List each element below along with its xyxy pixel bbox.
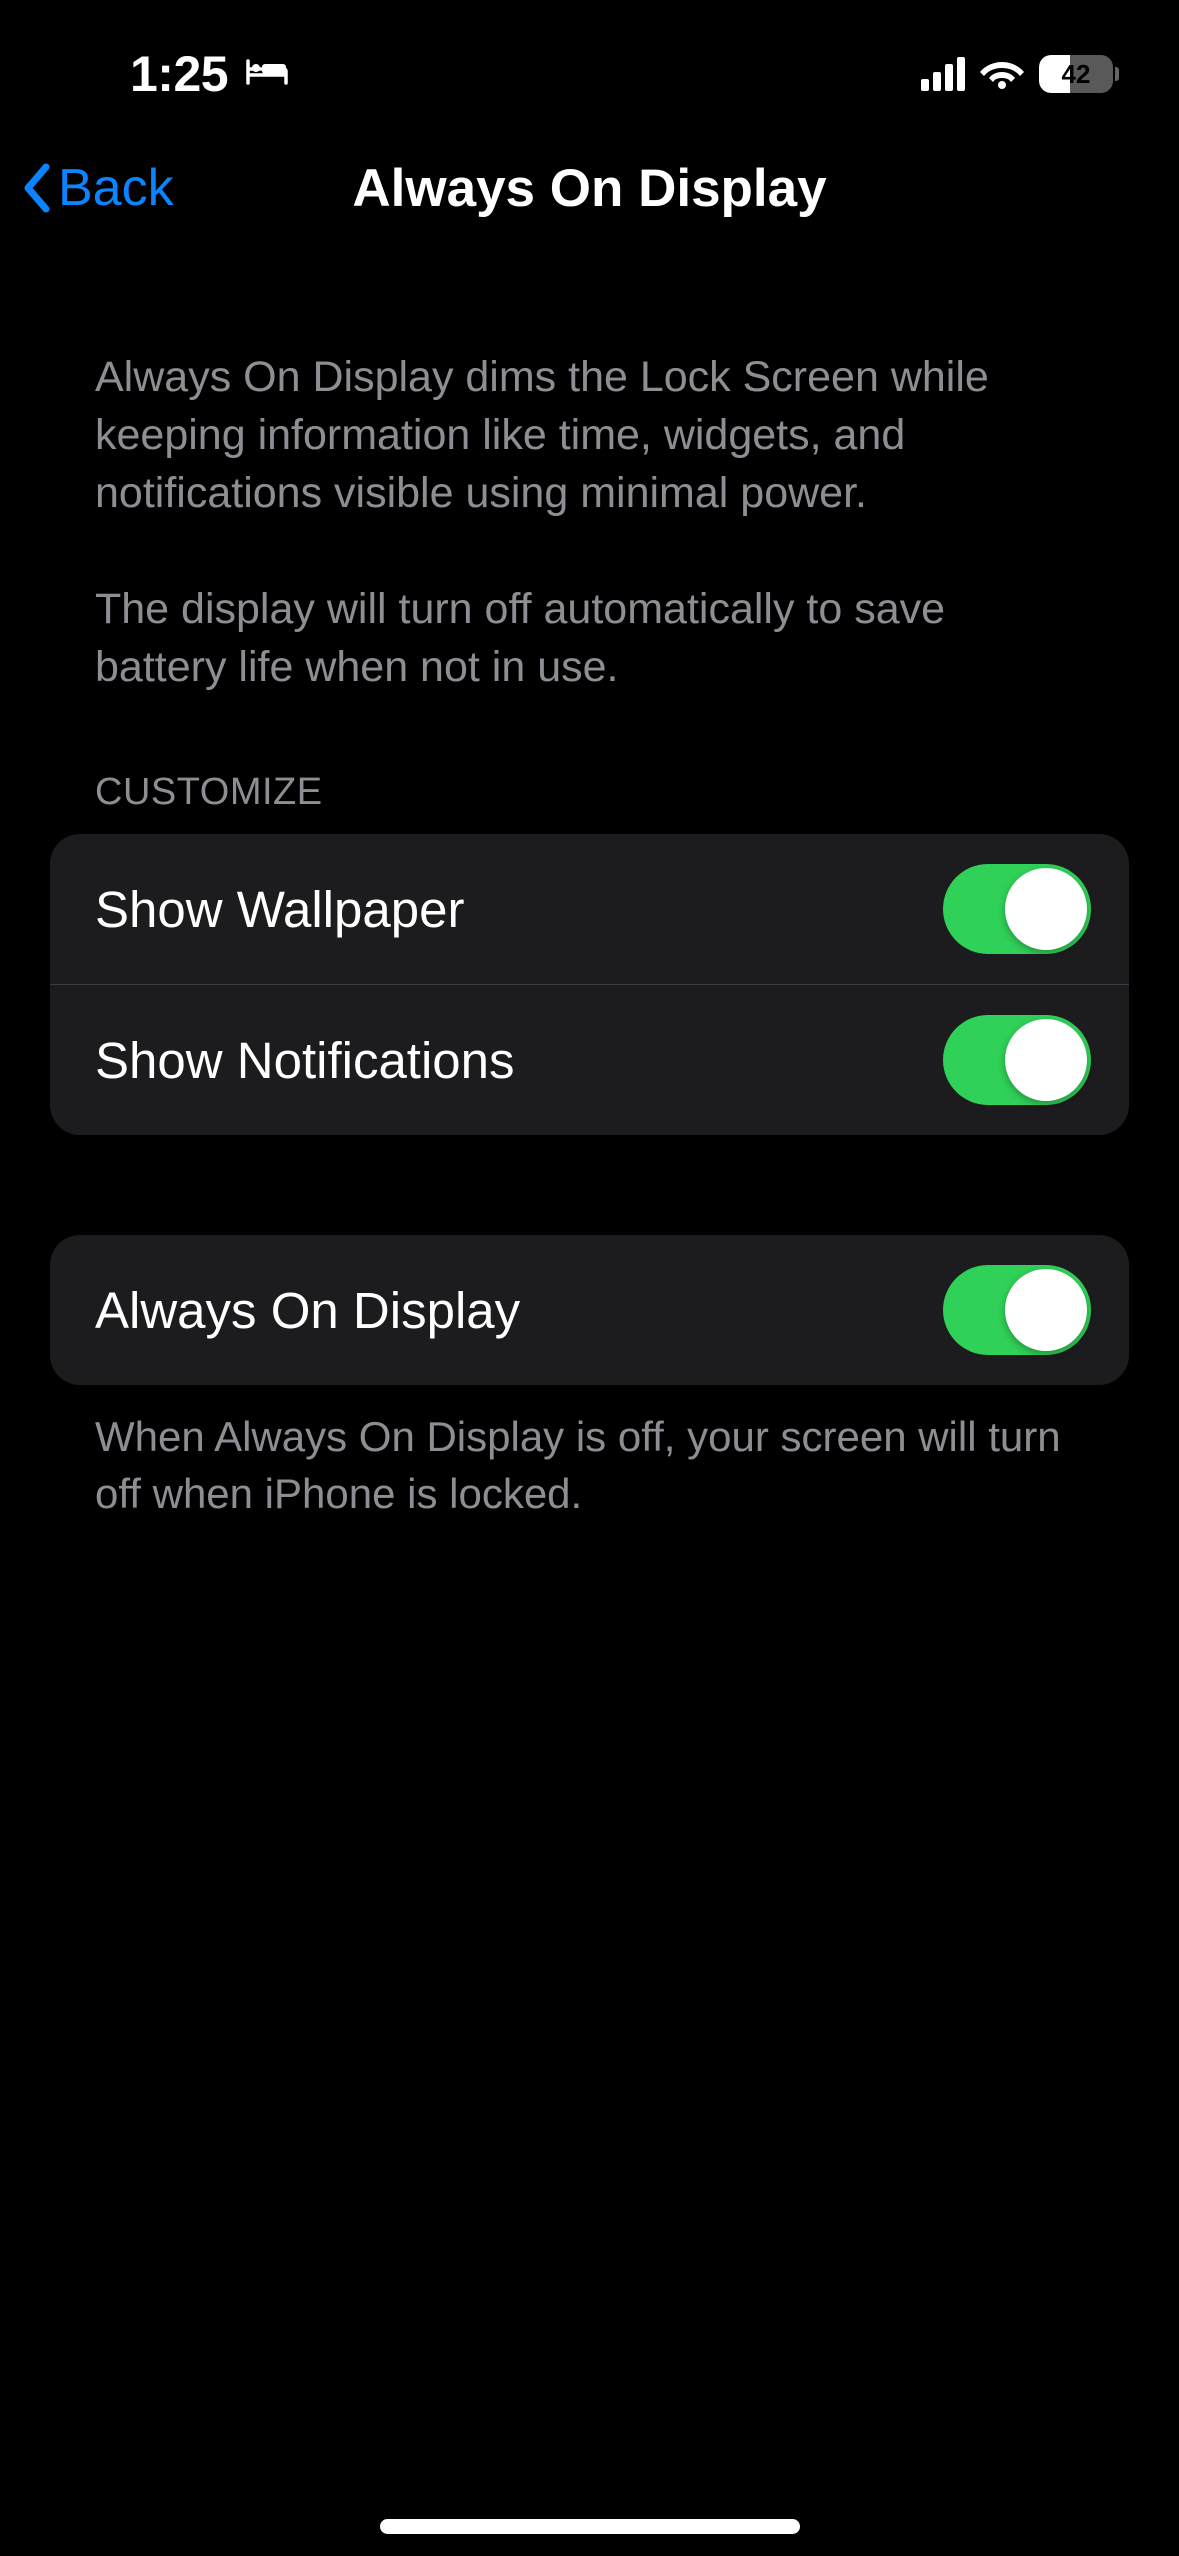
show-notifications-label: Show Notifications xyxy=(95,1031,515,1090)
always-on-display-row: Always On Display xyxy=(50,1235,1129,1385)
page-title: Always On Display xyxy=(0,158,1179,219)
description-paragraph-2: The display will turn off automatically … xyxy=(95,580,1084,696)
wifi-icon xyxy=(979,55,1025,94)
battery-indicator: 42 xyxy=(1039,55,1119,93)
status-time: 1:25 xyxy=(130,45,228,103)
show-wallpaper-toggle[interactable] xyxy=(943,864,1091,954)
status-left: 1:25 xyxy=(130,45,288,103)
description-paragraph-1: Always On Display dims the Lock Screen w… xyxy=(95,348,1084,522)
show-notifications-row: Show Notifications xyxy=(50,984,1129,1135)
cellular-signal-icon xyxy=(921,57,965,91)
footer-description: When Always On Display is off, your scre… xyxy=(50,1385,1129,1522)
content: Always On Display dims the Lock Screen w… xyxy=(0,258,1179,1523)
status-bar: 1:25 42 xyxy=(0,0,1179,118)
main-group: Always On Display xyxy=(50,1235,1129,1385)
always-on-display-label: Always On Display xyxy=(95,1281,520,1340)
show-wallpaper-row: Show Wallpaper xyxy=(50,834,1129,984)
status-right: 42 xyxy=(921,55,1119,94)
battery-percent: 42 xyxy=(1039,55,1113,93)
always-on-display-toggle[interactable] xyxy=(943,1265,1091,1355)
customize-group: Show Wallpaper Show Notifications xyxy=(50,834,1129,1135)
sleep-focus-icon xyxy=(246,57,288,92)
description-block: Always On Display dims the Lock Screen w… xyxy=(50,258,1129,696)
show-wallpaper-label: Show Wallpaper xyxy=(95,880,464,939)
section-header-customize: CUSTOMIZE xyxy=(50,696,1129,834)
navigation-bar: Back Always On Display xyxy=(0,118,1179,258)
show-notifications-toggle[interactable] xyxy=(943,1015,1091,1105)
home-indicator[interactable] xyxy=(380,2519,800,2534)
